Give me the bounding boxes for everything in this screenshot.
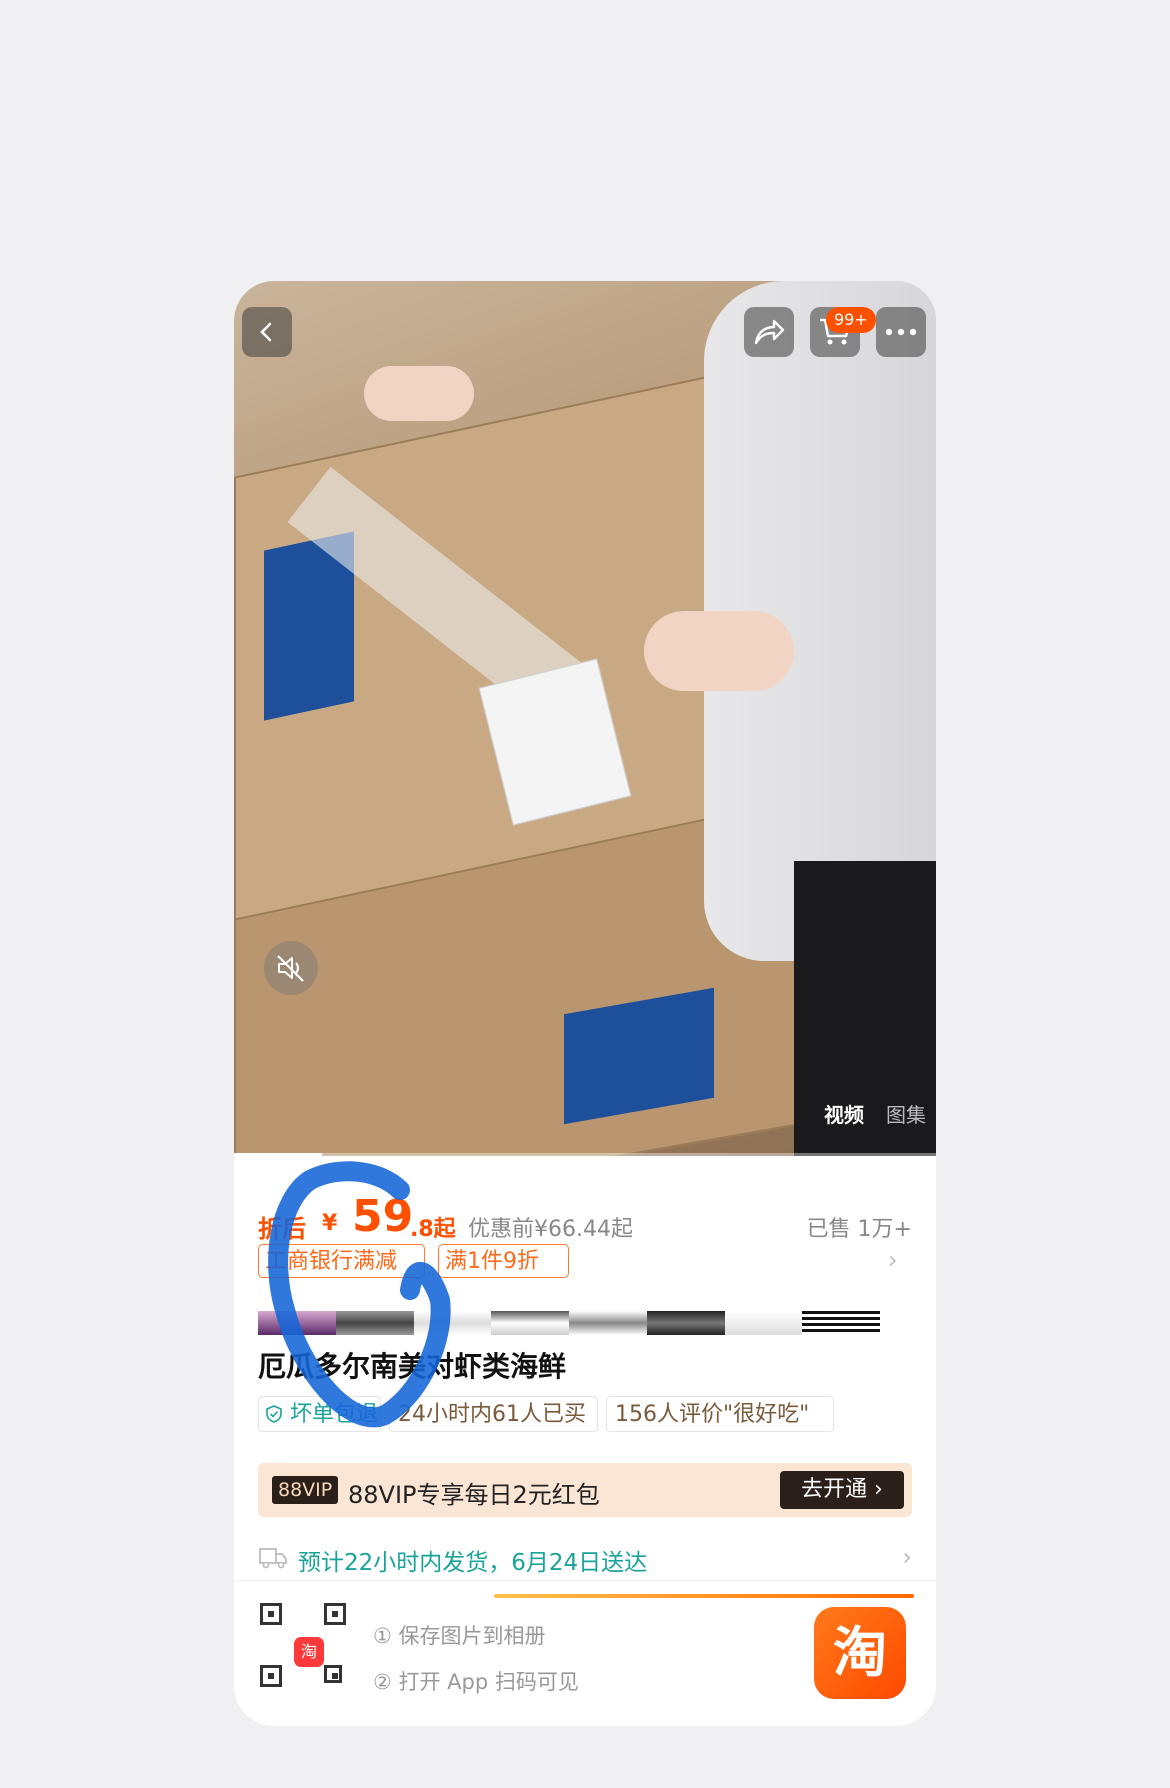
tab-video[interactable]: 视频 [824,1099,864,1128]
hand [364,366,474,421]
original-price: 优惠前¥66.44起 [468,1217,633,1242]
more-button[interactable] [876,307,926,357]
video-progress-track[interactable] [234,1153,936,1156]
sold-count: 已售 1万+ [806,1217,912,1242]
qr-finder [260,1603,282,1625]
price-prefix: 折后 [258,1215,306,1243]
chevron-right-icon[interactable]: › [902,1543,912,1571]
service-label: 坏单包退 [290,1402,379,1427]
instruction-step-2: ② 打开 App 扫码可见 [373,1670,579,1694]
chevron-left-icon [260,322,272,342]
shipping-row[interactable]: 预计22小时内发货，6月24日送达 › [258,1539,912,1579]
orange-accent-line [494,1594,914,1598]
vip-open-button[interactable]: 去开通 › [780,1471,904,1509]
taobao-app-logo: 淘 [814,1607,906,1699]
divider [234,1580,936,1581]
mute-button[interactable] [264,941,318,995]
price-integer: 59 [352,1191,414,1242]
more-icon [885,328,917,336]
redacted-title-bar [258,1311,880,1335]
shipping-text: 预计22小时内发货，6月24日送达 [298,1550,648,1576]
chevron-right-icon[interactable]: › [888,1246,898,1274]
product-video[interactable]: 99+ 视频 图集 [234,281,936,1156]
promo-tag-discount[interactable]: 满1件9折 [438,1244,569,1278]
qr-code: 淘 [260,1603,356,1697]
service-tag-guarantee[interactable]: 坏单包退 [258,1396,381,1432]
qr-taobao-logo: 淘 [294,1637,324,1667]
price-row: 折后 ¥ 59 .8起 优惠前¥66.44起 已售 1万+ [258,1181,912,1243]
hand [644,611,794,691]
qr-finder [260,1665,282,1687]
truck-icon [259,1548,287,1569]
instruction-step-1: ① 保存图片到相册 [373,1624,546,1648]
share-icon [754,319,785,345]
product-share-card: 99+ 视频 图集 折后 ¥ 59 .8起 优惠前¥66.44起 已售 1万+ … [234,281,936,1726]
vip-text: 88VIP专享每日2元红包 [348,1481,600,1509]
tab-gallery[interactable]: 图集 [886,1099,926,1128]
qr-finder [324,1603,346,1625]
speaker-muted-icon [277,955,304,982]
price-decimal: .8起 [410,1217,456,1242]
media-tabs: 视频 图集 [824,1099,926,1128]
vip-banner[interactable]: 88VIP 88VIP专享每日2元红包 去开通 › [258,1463,912,1517]
vip-open-label: 去开通 [801,1477,868,1502]
promo-tag-bank[interactable]: 工商银行满减 [258,1244,425,1278]
cart-count-badge: 99+ [826,307,876,333]
service-tag-buyers[interactable]: 24小时内61人已买 [389,1396,598,1432]
product-title: 厄瓜多尔南美对虾类海鲜 [258,1350,567,1383]
vip-badge: 88VIP [272,1476,339,1504]
shield-check-icon [266,1405,282,1423]
price-currency: ¥ [322,1211,338,1236]
qr-finder [324,1665,342,1683]
back-button[interactable] [242,307,292,357]
service-tag-reviews[interactable]: 156人评价"很好吃" [606,1396,834,1432]
share-button[interactable] [744,307,794,357]
video-progress-fill [234,1153,322,1156]
